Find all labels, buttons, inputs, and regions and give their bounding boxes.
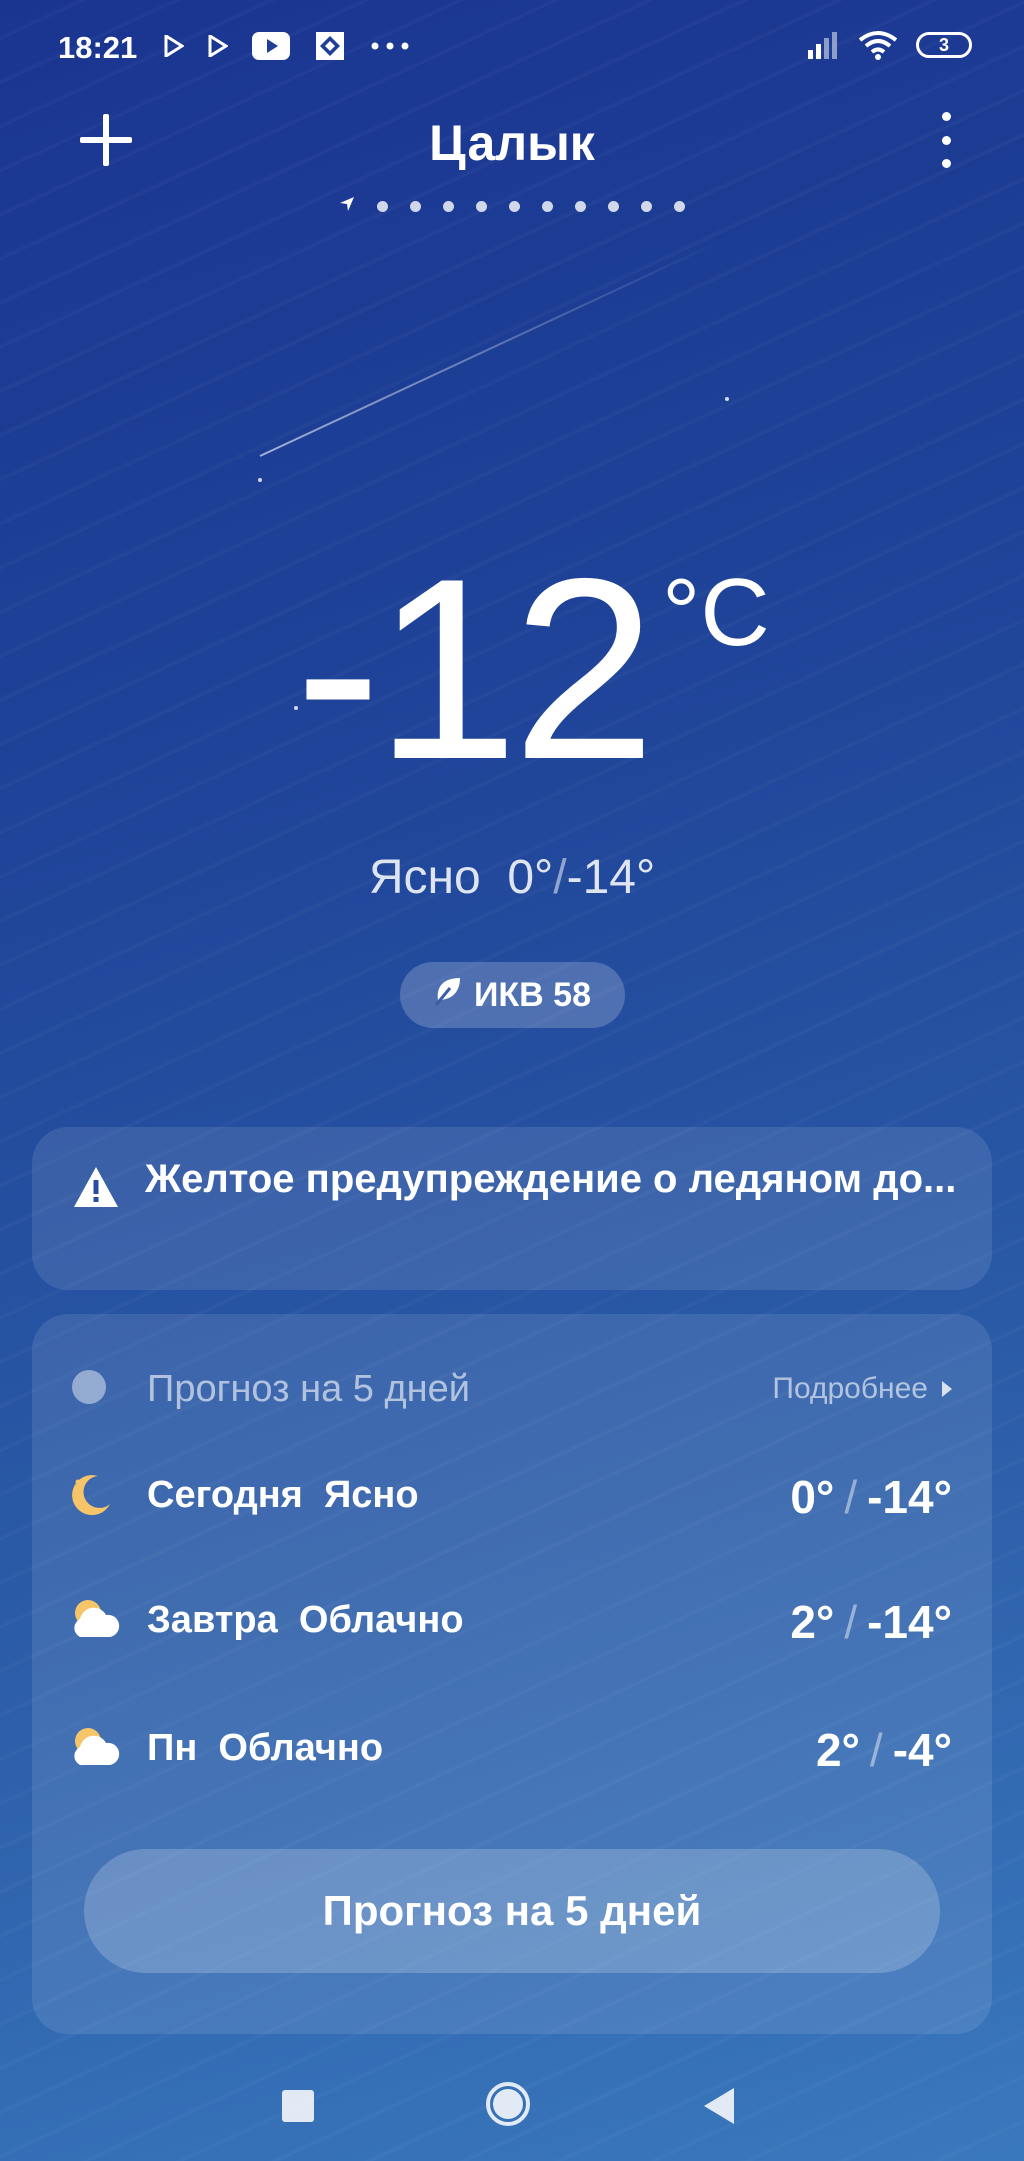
home-button[interactable]	[486, 2082, 530, 2126]
back-button[interactable]	[704, 2088, 734, 2124]
forecast-condition: Ясно	[323, 1474, 419, 1516]
temperature-value: -12	[295, 524, 656, 813]
forecast-card: Прогноз на 5 дней Подробнее Сегодня Ясно…	[32, 1314, 992, 2034]
forecast-day: Сегодня	[147, 1474, 303, 1516]
forecast-condition: Облачно	[298, 1599, 464, 1641]
temp-separator: /	[844, 1471, 858, 1523]
leaf-icon	[434, 976, 462, 1015]
page-dot	[608, 201, 619, 212]
calendar-icon	[72, 1370, 106, 1404]
app-icon	[314, 30, 346, 62]
navigation-bar	[0, 2050, 1024, 2161]
home-icon	[493, 2089, 523, 2119]
page-indicator	[0, 196, 1024, 217]
star	[725, 397, 729, 401]
location-arrow-icon	[339, 196, 355, 217]
shooting-star	[259, 243, 714, 457]
menu-dot	[941, 135, 951, 145]
warning-icon	[72, 1145, 120, 1214]
page-dot	[641, 201, 652, 212]
aqi-badge[interactable]: ИКВ 58	[400, 962, 625, 1028]
status-bar: 18:21 3	[0, 0, 1024, 100]
star	[258, 478, 262, 482]
forecast-temps: 2° / -4°	[816, 1723, 952, 1777]
chevron-right-icon	[942, 1381, 952, 1397]
cloudy-icon	[68, 1597, 122, 1646]
forecast-day-label: Сегодня Ясно	[147, 1474, 419, 1517]
warning-text: Желтое предупреждение о ледяном до...	[145, 1157, 957, 1201]
forecast-high: 2°	[790, 1596, 835, 1648]
battery-icon: 3	[916, 32, 972, 58]
page-dot	[542, 201, 553, 212]
wifi-icon	[858, 30, 898, 60]
moon-icon	[68, 1472, 114, 1523]
forecast-condition: Облачно	[218, 1727, 384, 1769]
page-dot	[509, 201, 520, 212]
page-dot	[377, 201, 388, 212]
forecast-day: Пн	[147, 1727, 198, 1769]
status-time: 18:21	[58, 30, 138, 65]
forecast-low: -14°	[867, 1596, 952, 1648]
forecast-high: 2°	[815, 1724, 860, 1776]
top-bar: Цалык	[0, 110, 1024, 180]
weather-warning-card[interactable]: Желтое предупреждение о ледяном до...	[32, 1127, 992, 1290]
overflow-menu-button[interactable]	[928, 112, 964, 168]
recents-button[interactable]	[282, 2090, 314, 2122]
forecast-row[interactable]: Сегодня Ясно 0° / -14°	[32, 1466, 992, 1526]
page-dot	[674, 201, 685, 212]
cloudy-icon	[68, 1725, 122, 1774]
signal-icon	[804, 30, 840, 60]
forecast-high: 0°	[790, 1471, 835, 1523]
current-condition: Ясно 0°/-14°	[0, 850, 1024, 905]
play-store-icon	[208, 35, 228, 57]
menu-dot	[941, 112, 951, 121]
forecast-temps: 2° / -14°	[790, 1595, 952, 1649]
five-day-forecast-button[interactable]: Прогноз на 5 дней	[84, 1849, 940, 1973]
more-dots-icon	[370, 41, 410, 51]
forecast-row[interactable]: Завтра Облачно 2° / -14°	[32, 1591, 992, 1651]
temp-separator: /	[553, 851, 567, 904]
forecast-day-label: Пн Облачно	[147, 1727, 383, 1770]
condition-text: Ясно	[368, 851, 481, 904]
page-dot	[476, 201, 487, 212]
high-temp: 0°	[507, 851, 554, 904]
menu-dot	[941, 159, 951, 168]
youtube-icon	[252, 32, 290, 60]
temp-separator: /	[844, 1596, 858, 1648]
temperature-unit: °C	[662, 559, 770, 666]
forecast-low: -14°	[867, 1471, 952, 1523]
system-icons: 3	[804, 30, 972, 60]
forecast-title: Прогноз на 5 дней	[147, 1368, 470, 1410]
current-temperature: -12 °C	[0, 540, 1024, 820]
forecast-day-label: Завтра Облачно	[147, 1599, 464, 1642]
forecast-low: -4°	[892, 1724, 952, 1776]
forecast-day: Завтра	[147, 1599, 278, 1641]
page-dot	[443, 201, 454, 212]
notification-icons	[164, 30, 410, 62]
forecast-more-link[interactable]: Подробнее	[772, 1372, 952, 1406]
page-dot	[410, 201, 421, 212]
temp-separator: /	[869, 1724, 883, 1776]
more-label: Подробнее	[772, 1372, 928, 1405]
forecast-temps: 0° / -14°	[790, 1470, 952, 1524]
play-store-icon	[164, 35, 184, 57]
page-dot	[575, 201, 586, 212]
city-title: Цалык	[429, 115, 595, 171]
low-temp: -14°	[566, 851, 656, 904]
aqi-label: ИКВ 58	[473, 975, 591, 1014]
forecast-row[interactable]: Пн Облачно 2° / -4°	[32, 1719, 992, 1779]
